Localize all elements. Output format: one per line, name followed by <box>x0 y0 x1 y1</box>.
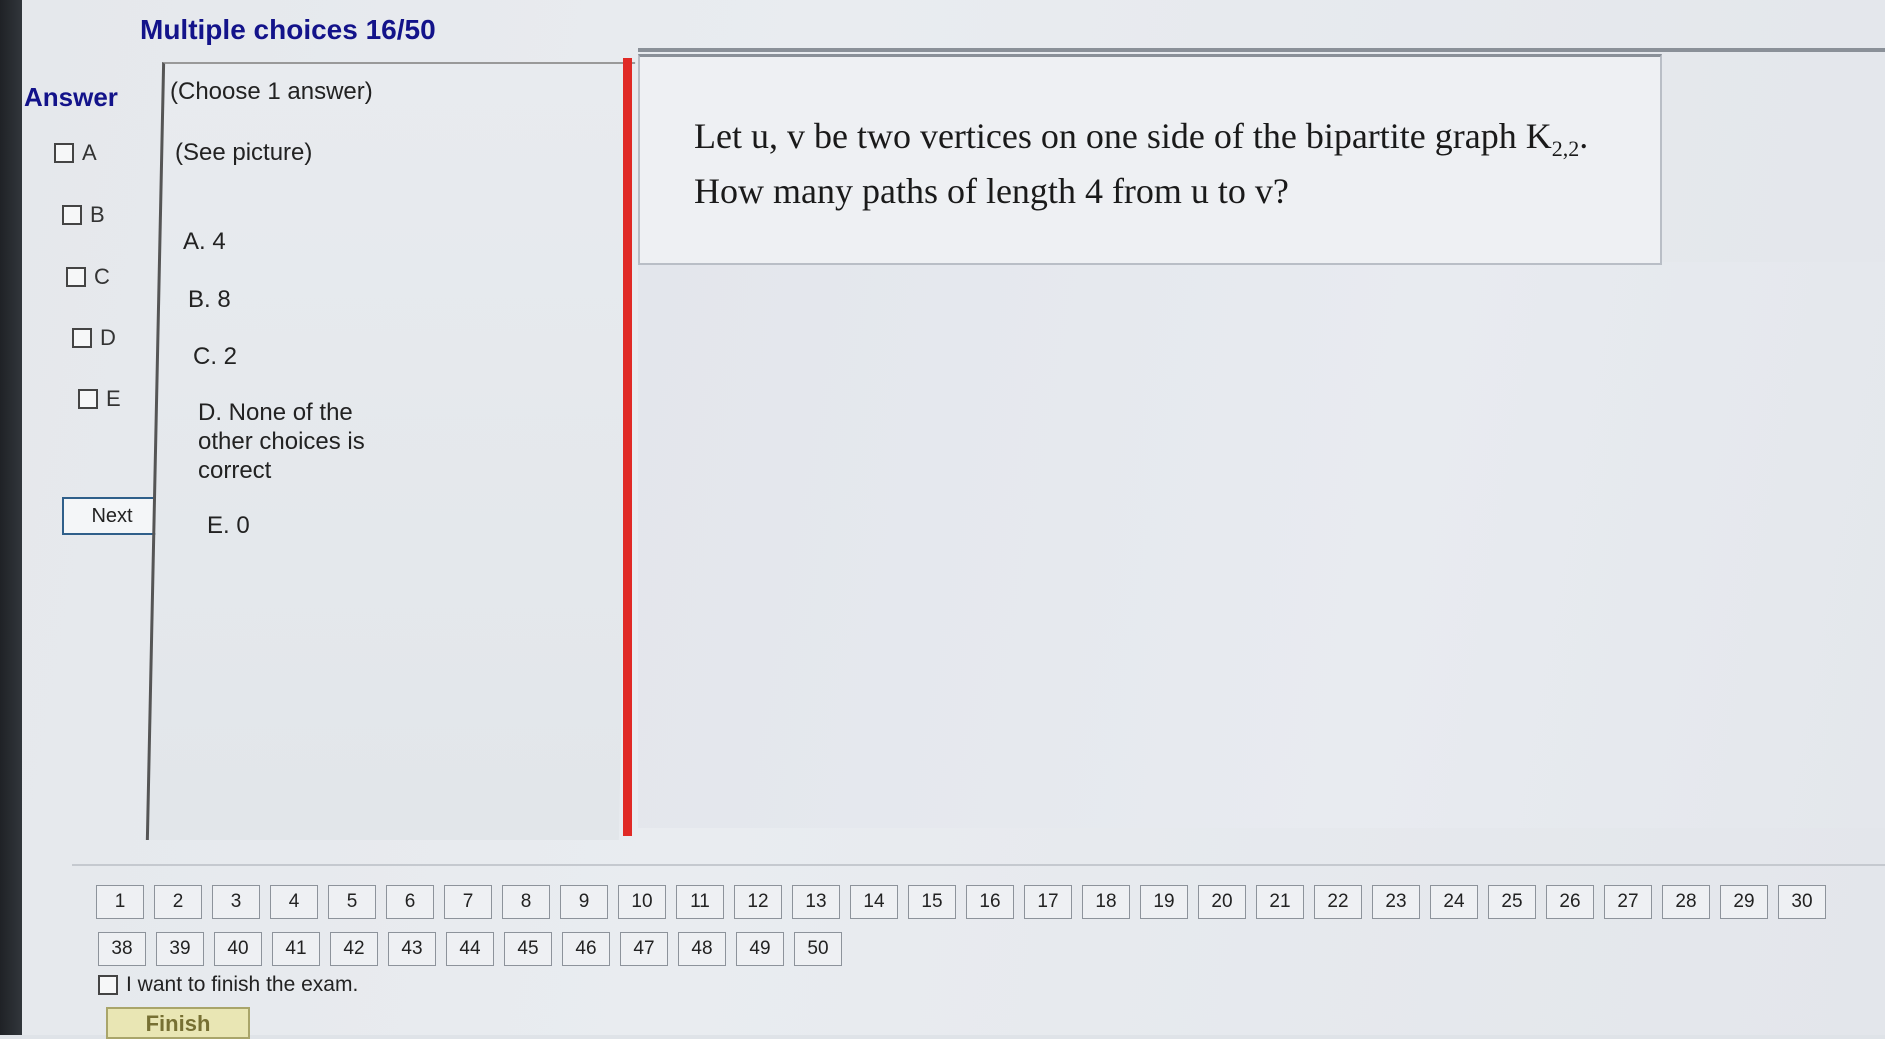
answer-option-b[interactable]: B <box>62 202 105 228</box>
panel-divider <box>623 58 632 836</box>
answer-option-letter: C <box>94 264 110 289</box>
question-text: Let u, v be two vertices on one side of … <box>694 115 1594 213</box>
answer-option-letter: A <box>82 140 97 165</box>
question-nav-button[interactable]: 16 <box>966 885 1014 919</box>
question-nav-button[interactable]: 6 <box>386 885 434 919</box>
finish-exam-label: I want to finish the exam. <box>126 973 359 996</box>
question-nav-button[interactable]: 10 <box>618 885 666 919</box>
question-nav-button[interactable]: 42 <box>330 932 378 966</box>
question-nav-button[interactable]: 22 <box>1314 885 1362 919</box>
checkbox-icon[interactable] <box>78 389 98 409</box>
question-nav-row-2: 38 39 40 41 42 43 44 45 46 47 48 49 50 <box>98 932 842 966</box>
choice-a-text: A. 4 <box>183 228 226 255</box>
question-nav-button[interactable]: 13 <box>792 885 840 919</box>
answer-option-letter: B <box>90 202 105 227</box>
question-nav-button[interactable]: 20 <box>1198 885 1246 919</box>
choice-b-text: B. 8 <box>188 286 231 313</box>
question-nav-button[interactable]: 48 <box>678 932 726 966</box>
choose-instruction: (Choose 1 answer) <box>170 78 373 105</box>
answer-option-e[interactable]: E <box>78 386 121 412</box>
question-nav-button[interactable]: 23 <box>1372 885 1420 919</box>
question-nav-row-1: 1 2 3 4 5 6 7 8 9 10 11 12 13 14 15 16 1… <box>96 885 1826 919</box>
question-nav-button[interactable]: 18 <box>1082 885 1130 919</box>
question-nav-button[interactable]: 29 <box>1720 885 1768 919</box>
question-nav-button[interactable]: 26 <box>1546 885 1594 919</box>
content-bottom-rule <box>72 864 1885 866</box>
question-nav-button[interactable]: 50 <box>794 932 842 966</box>
question-nav-button[interactable]: 28 <box>1662 885 1710 919</box>
question-nav-button[interactable]: 43 <box>388 932 436 966</box>
choice-c-text: C. 2 <box>193 343 238 370</box>
question-nav-button[interactable]: 19 <box>1140 885 1188 919</box>
answer-option-a[interactable]: A <box>54 140 97 166</box>
answer-option-letter: D <box>100 325 116 350</box>
question-nav-button[interactable]: 8 <box>502 885 550 919</box>
question-line1-end: . <box>1579 116 1589 156</box>
answer-option-letter: E <box>106 386 121 411</box>
see-picture-note: (See picture) <box>175 139 313 166</box>
question-nav-button[interactable]: 2 <box>154 885 202 919</box>
question-nav-button[interactable]: 4 <box>270 885 318 919</box>
next-button[interactable]: Next <box>62 497 162 535</box>
question-nav-button[interactable]: 25 <box>1488 885 1536 919</box>
question-nav-button[interactable]: 44 <box>446 932 494 966</box>
question-nav-button[interactable]: 17 <box>1024 885 1072 919</box>
question-nav-button[interactable]: 46 <box>562 932 610 966</box>
checkbox-icon[interactable] <box>62 205 82 225</box>
question-nav-button[interactable]: 40 <box>214 932 262 966</box>
answer-option-d[interactable]: D <box>72 325 116 351</box>
question-nav-button[interactable]: 49 <box>736 932 784 966</box>
question-nav-button[interactable]: 45 <box>504 932 552 966</box>
question-nav-button[interactable]: 9 <box>560 885 608 919</box>
checkbox-icon[interactable] <box>66 267 86 287</box>
question-line2: How many paths of length 4 from u to v? <box>694 171 1289 212</box>
question-nav-button[interactable]: 30 <box>1778 885 1826 919</box>
header-rule <box>638 48 1885 52</box>
page-title: Multiple choices 16/50 <box>140 14 436 45</box>
question-nav-button[interactable]: 11 <box>676 885 724 919</box>
graph-subscript: 2,2 <box>1551 136 1580 162</box>
question-box: Let u, v be two vertices on one side of … <box>638 54 1662 265</box>
choice-e-text: E. 0 <box>207 512 250 539</box>
question-nav-button[interactable]: 14 <box>850 885 898 919</box>
question-image-area <box>638 262 1885 828</box>
question-nav-button[interactable]: 24 <box>1430 885 1478 919</box>
question-nav-button[interactable]: 5 <box>328 885 376 919</box>
answer-option-c[interactable]: C <box>66 264 110 290</box>
finish-button[interactable]: Finish <box>106 1007 250 1039</box>
question-nav-button[interactable]: 15 <box>908 885 956 919</box>
finish-exam-checkbox[interactable]: I want to finish the exam. <box>98 973 358 997</box>
question-nav-button[interactable]: 3 <box>212 885 260 919</box>
question-nav-button[interactable]: 38 <box>98 932 146 966</box>
question-nav-button[interactable]: 41 <box>272 932 320 966</box>
choice-d-text: D. None of the other choices is correct <box>198 399 365 484</box>
checkbox-icon[interactable] <box>54 143 74 163</box>
question-nav-button[interactable]: 1 <box>96 885 144 919</box>
question-nav-button[interactable]: 7 <box>444 885 492 919</box>
checkbox-icon[interactable] <box>98 975 118 995</box>
checkbox-icon[interactable] <box>72 328 92 348</box>
question-line1: Let u, v be two vertices on one side of … <box>694 116 1552 156</box>
question-nav-button[interactable]: 47 <box>620 932 668 966</box>
question-nav-button[interactable]: 39 <box>156 932 204 966</box>
question-nav-button[interactable]: 21 <box>1256 885 1304 919</box>
question-nav-button[interactable]: 27 <box>1604 885 1652 919</box>
answer-label: Answer <box>24 82 118 112</box>
question-nav-button[interactable]: 12 <box>734 885 782 919</box>
